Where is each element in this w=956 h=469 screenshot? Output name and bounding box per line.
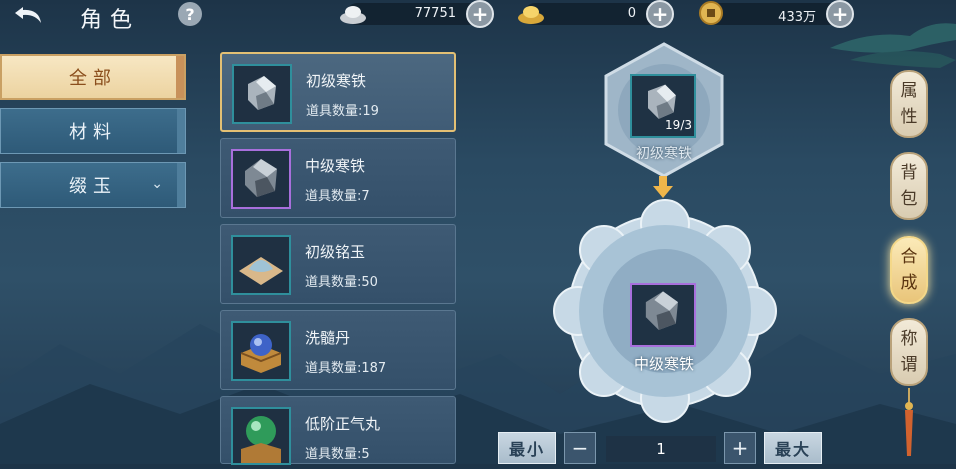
tab-end-cap	[177, 163, 185, 207]
green-pill-icon	[241, 416, 281, 463]
side-tab-attributes[interactable]: 属 性	[890, 70, 928, 138]
currency-copper: 433万 +	[699, 0, 854, 28]
source-name: 初级寒铁	[636, 146, 692, 162]
side-tab-char: 性	[900, 107, 918, 127]
side-tab-titles[interactable]: 称 谓	[890, 318, 928, 386]
item-count: 道具数量:187	[305, 361, 387, 376]
add-silver-button[interactable]: +	[466, 0, 494, 28]
iron-ore-icon	[248, 76, 276, 110]
tab-end-cap	[176, 56, 184, 98]
side-tab-char: 成	[900, 273, 918, 293]
list-item[interactable]: 初级寒铁 道具数量:19	[220, 52, 456, 132]
item-count: 道具数量:19	[306, 104, 379, 119]
tab-materials-label: 材料	[69, 122, 117, 143]
list-item[interactable]: 洗髓丹 道具数量:187	[220, 310, 456, 390]
list-item[interactable]: 初级铭玉 道具数量:50	[220, 224, 456, 304]
list-item[interactable]: 低阶正气丸 道具数量:5	[220, 396, 456, 465]
tab-jade[interactable]: 缀玉 ⌄	[0, 162, 186, 208]
item-name: 初级铭玉	[305, 243, 366, 261]
max-button[interactable]: 最大	[764, 432, 822, 464]
back-button[interactable]	[8, 0, 52, 30]
gold-value: 0	[627, 6, 636, 21]
tab-all-label: 全部	[69, 68, 117, 89]
item-slot	[231, 235, 291, 295]
source-count: 19/3	[665, 118, 692, 132]
help-button[interactable]: ?	[178, 2, 202, 26]
arrow-down-icon	[653, 176, 673, 198]
dark-iron-ore-icon	[245, 159, 277, 197]
copper-value: 433万	[778, 10, 816, 25]
dark-iron-ore-icon	[645, 291, 678, 330]
list-item[interactable]: 中级寒铁 道具数量:7	[220, 138, 456, 218]
decrement-button[interactable]: −	[564, 432, 596, 464]
item-name: 中级寒铁	[305, 157, 366, 175]
item-name: 低阶正气丸	[305, 415, 381, 433]
page-title: 角色	[80, 8, 141, 33]
min-button[interactable]: 最小	[498, 432, 556, 464]
target-name: 中级寒铁	[633, 355, 694, 373]
silver-value: 77751	[414, 6, 456, 21]
item-slot	[231, 321, 291, 381]
tab-jade-label: 缀玉	[69, 176, 117, 197]
quantity-input[interactable]: 1	[606, 436, 716, 462]
item-slot	[231, 149, 291, 209]
currency-gold: 0 +	[518, 0, 674, 28]
pill-box-icon	[240, 334, 282, 373]
add-copper-button[interactable]: +	[826, 0, 854, 28]
item-name: 洗髓丹	[305, 329, 351, 347]
item-count: 道具数量:5	[305, 447, 370, 462]
currency-silver: 77751 +	[340, 0, 494, 28]
tab-materials[interactable]: 材料	[0, 108, 186, 154]
item-count: 道具数量:50	[305, 275, 378, 290]
add-gold-button[interactable]: +	[646, 0, 674, 28]
chevron-down-icon: ⌄	[151, 176, 169, 192]
item-count: 道具数量:7	[305, 189, 370, 204]
side-tab-synthesis[interactable]: 合 成	[890, 236, 928, 304]
item-slot	[231, 407, 291, 465]
side-tab-char: 称	[900, 329, 918, 349]
gold-ingot-icon	[518, 6, 544, 24]
back-arrow-icon	[15, 7, 41, 23]
side-tab-char: 合	[900, 247, 918, 267]
side-tab-char: 背	[900, 163, 918, 183]
item-slot	[232, 64, 292, 124]
side-tab-bag[interactable]: 背 包	[890, 152, 928, 220]
tab-end-cap	[177, 109, 185, 153]
silver-ingot-icon	[340, 6, 366, 24]
side-tab-char: 谓	[900, 355, 918, 375]
tassel-decoration	[905, 388, 913, 456]
side-tab-char: 属	[900, 81, 918, 101]
side-tab-char: 包	[900, 189, 918, 209]
increment-button[interactable]: +	[724, 432, 756, 464]
item-name: 初级寒铁	[306, 72, 367, 90]
copper-coin-icon	[699, 1, 723, 25]
top-bar: 角色 ? 77751 + 0 + 433万 +	[0, 0, 956, 34]
target-item-slot[interactable]	[630, 283, 696, 347]
tab-all[interactable]: 全部	[0, 54, 186, 100]
jade-powder-icon	[239, 257, 283, 285]
